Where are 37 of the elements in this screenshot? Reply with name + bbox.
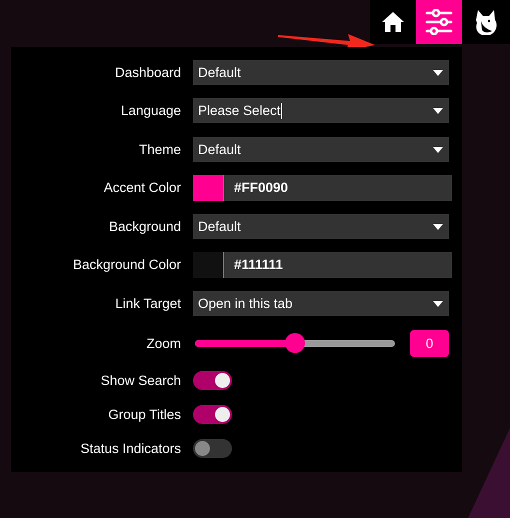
sliders-icon [425, 9, 453, 35]
toggle-switch[interactable] [193, 371, 232, 390]
setting-label: Theme [138, 142, 181, 157]
zoom-value: 0 [410, 330, 449, 356]
color-field[interactable]: #FF0090 [193, 174, 452, 201]
dropdown-arrow-icon [433, 108, 443, 114]
setting-label: Dashboard [114, 64, 181, 80]
select-field[interactable]: Default [193, 214, 449, 239]
settings-button[interactable] [416, 0, 462, 44]
fox-logo-button[interactable] [462, 0, 510, 44]
zoom-slider[interactable] [195, 333, 395, 353]
color-swatch[interactable] [193, 174, 224, 201]
setting-label: Group Titles [107, 407, 181, 422]
select-field[interactable]: Default [193, 136, 449, 162]
home-icon [381, 11, 405, 33]
select-field[interactable]: Open in this tab [193, 290, 449, 316]
dropdown-arrow-icon [433, 70, 443, 76]
dropdown-arrow-icon [433, 146, 443, 153]
select-field[interactable]: Default [193, 60, 449, 85]
setting-label: Background [108, 218, 181, 234]
select-field[interactable]: Please Select [193, 98, 449, 124]
setting-label: Accent Color [102, 180, 181, 196]
slider-thumb[interactable] [285, 332, 305, 352]
toggle-switch[interactable] [193, 405, 232, 424]
fox-icon [473, 8, 499, 36]
setting-label: Background Color [72, 257, 181, 272]
toggle-switch[interactable] [193, 439, 232, 458]
setting-label: Language [120, 103, 181, 118]
setting-label: Show Search [100, 373, 181, 388]
setting-label: Zoom [145, 336, 181, 350]
dropdown-arrow-icon [433, 300, 443, 307]
color-field[interactable]: #111111 [193, 252, 452, 278]
setting-label: Status Indicators [79, 441, 181, 456]
setting-label: Link Target [114, 296, 181, 311]
home-button[interactable] [370, 0, 416, 44]
dropdown-arrow-icon [433, 224, 443, 230]
color-swatch[interactable] [193, 252, 224, 278]
